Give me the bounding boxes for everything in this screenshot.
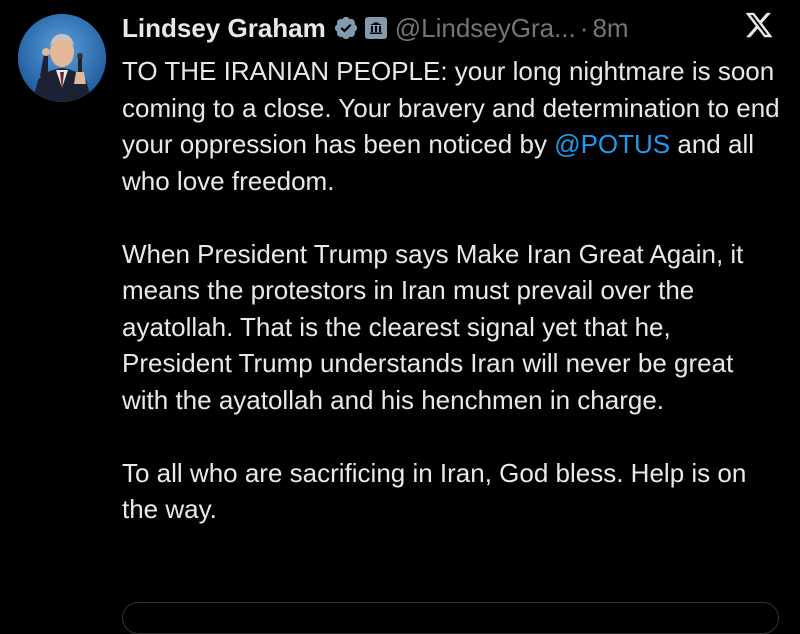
author-handle[interactable]: @LindseyGra...: [395, 13, 576, 44]
avatar[interactable]: [18, 14, 106, 102]
tweet-paragraph-3: To all who are sacrificing in Iran, God …: [122, 457, 747, 525]
author-name[interactable]: Lindsey Graham: [122, 13, 326, 44]
tweet-header: Lindsey Graham @LindseyGra... · 8m: [122, 10, 629, 46]
x-logo-icon[interactable]: [744, 10, 774, 40]
embedded-card[interactable]: [122, 602, 779, 634]
verified-check-icon[interactable]: [333, 15, 359, 41]
tweet-paragraph-2: When President Trump says Make Iran Grea…: [122, 238, 744, 415]
government-badge-icon: [364, 17, 387, 39]
tweet-text: TO THE IRANIAN PEOPLE: your long nightma…: [122, 53, 782, 528]
mention-link[interactable]: @POTUS: [554, 129, 670, 159]
tweet-paragraph-1: TO THE IRANIAN PEOPLE: your long nightma…: [122, 53, 782, 199]
timestamp[interactable]: 8m: [592, 13, 628, 44]
separator: ·: [579, 12, 589, 43]
